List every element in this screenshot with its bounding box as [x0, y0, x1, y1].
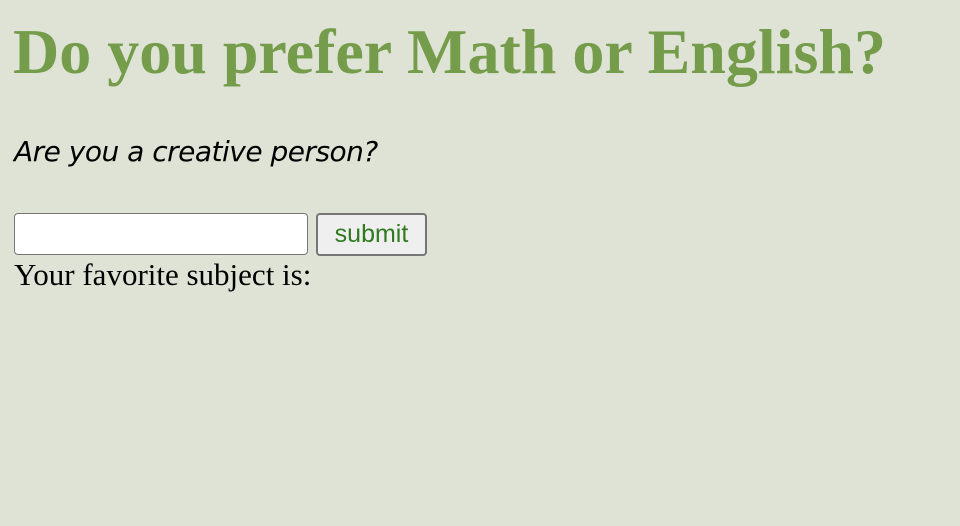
submit-button[interactable]: submit	[316, 213, 427, 256]
question-text: Are you a creative person?	[14, 135, 378, 168]
answer-input[interactable]	[14, 213, 308, 255]
page-title: Do you prefer Math or English?	[13, 16, 886, 87]
page: Do you prefer Math or English? Are you a…	[0, 0, 960, 526]
result-text: Your favorite subject is:	[14, 257, 312, 292]
